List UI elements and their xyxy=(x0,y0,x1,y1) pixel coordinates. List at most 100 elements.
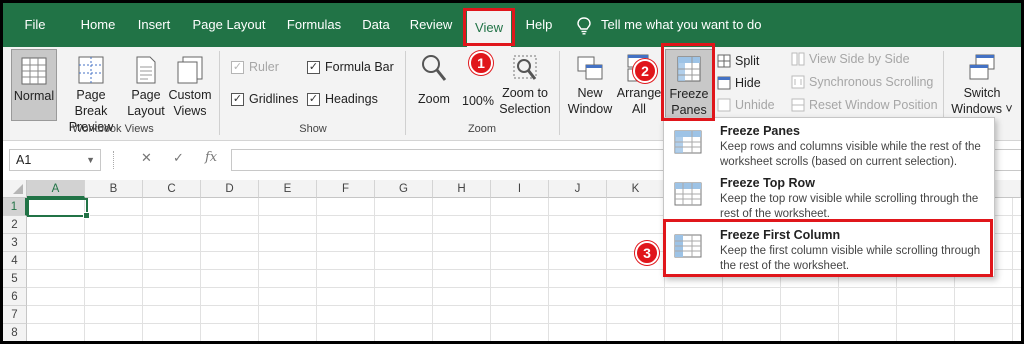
split-button[interactable]: Split xyxy=(717,54,759,68)
zoom-selection-icon xyxy=(513,55,537,80)
gridlines-label: Gridlines xyxy=(249,92,299,106)
cancel-icon[interactable]: ✕ xyxy=(141,150,152,166)
reset-window-label: Reset Window Position xyxy=(809,98,938,112)
row-header[interactable]: 7 xyxy=(3,306,27,324)
step-badge: 1 xyxy=(469,51,493,75)
row-header[interactable]: 6 xyxy=(3,288,27,306)
ruler-check-icon: ✓ xyxy=(231,60,244,74)
unhide-icon xyxy=(717,98,731,112)
formula-bar-checkbox[interactable]: ✓ Formula Bar xyxy=(307,60,394,74)
column-header[interactable]: I xyxy=(491,180,549,198)
show-group-label: Show xyxy=(299,123,327,135)
gridlines-check-icon: ✓ xyxy=(231,92,244,106)
excel-window: File Home Insert Page Layout Formulas Da… xyxy=(0,0,1024,344)
gridlines-checkbox[interactable]: ✓ Gridlines xyxy=(231,92,298,106)
zoom-label: Zoom xyxy=(418,92,450,106)
column-header[interactable]: C xyxy=(143,180,201,198)
name-box[interactable]: A1 ▼ xyxy=(9,149,101,171)
row-header[interactable]: 4 xyxy=(3,252,27,270)
headings-checkbox[interactable]: ✓ Headings xyxy=(307,92,378,106)
column-header[interactable]: K xyxy=(607,180,665,198)
tab-review[interactable]: Review xyxy=(405,3,457,47)
group-separator xyxy=(559,51,560,135)
reset-window-icon xyxy=(791,98,805,112)
column-header[interactable]: H xyxy=(433,180,491,198)
column-header[interactable]: D xyxy=(201,180,259,198)
formula-bar-check-icon: ✓ xyxy=(307,60,320,74)
tab-formulas[interactable]: Formulas xyxy=(281,3,347,47)
tell-me-search[interactable]: Tell me what you want to do xyxy=(601,3,761,47)
unhide-button: Unhide xyxy=(717,98,775,112)
new-window-label-2: Window xyxy=(567,102,613,116)
row-header[interactable]: 5 xyxy=(3,270,27,288)
column-header[interactable]: A xyxy=(27,180,85,198)
custom-views-label-2: Views xyxy=(173,104,207,118)
enter-icon[interactable]: ✓ xyxy=(173,150,184,166)
tab-home[interactable]: Home xyxy=(75,3,121,47)
tab-help[interactable]: Help xyxy=(519,3,559,47)
custom-views-icon xyxy=(177,56,203,84)
side-by-side-label: View Side by Side xyxy=(809,52,910,66)
hide-button[interactable]: Hide xyxy=(717,76,761,90)
new-window-icon xyxy=(577,56,603,80)
ruler-checkbox[interactable]: ✓ Ruler xyxy=(231,60,279,74)
name-box-value: A1 xyxy=(16,153,32,167)
group-separator xyxy=(405,51,406,135)
sync-scroll-icon xyxy=(791,75,805,89)
chevron-down-icon[interactable]: ▼ xyxy=(86,150,95,170)
menu-item-freeze-top-row[interactable]: Freeze Top Row Keep the top row visible … xyxy=(664,170,994,220)
split-icon xyxy=(717,54,731,68)
menu-item-description: Keep the top row visible while scrolling… xyxy=(720,193,979,220)
menu-item-freeze-panes[interactable]: Freeze Panes Keep rows and columns visib… xyxy=(664,118,994,168)
new-window-button[interactable]: New Window xyxy=(565,53,615,117)
row-header[interactable]: 2 xyxy=(3,216,27,234)
zoom-button[interactable]: Zoom xyxy=(413,53,455,107)
formula-bar-grip xyxy=(113,151,115,169)
column-header[interactable]: E xyxy=(259,180,317,198)
zoom-100-label: 100% xyxy=(462,94,494,108)
page-layout-label-2: Layout xyxy=(127,104,165,118)
normal-view-button[interactable]: Normal xyxy=(11,49,57,121)
tab-data[interactable]: Data xyxy=(357,3,395,47)
page-layout-button[interactable]: Page Layout xyxy=(125,55,167,119)
row-header[interactable]: 3 xyxy=(3,234,27,252)
workbook-views-group-label: Workbook Views xyxy=(72,123,154,135)
switch-windows-label-2: Windows ˅ xyxy=(951,102,1013,116)
formula-bar-label: Formula Bar xyxy=(325,60,394,74)
row-header[interactable]: 1 xyxy=(3,198,27,216)
zoom-to-selection-button[interactable]: Zoom to Selection xyxy=(497,53,553,117)
select-all-triangle-icon xyxy=(13,184,23,194)
group-separator xyxy=(219,51,220,135)
select-all-corner[interactable] xyxy=(3,180,27,198)
side-by-side-icon xyxy=(791,52,805,66)
zoom-selection-label-1: Zoom to xyxy=(502,86,548,100)
switch-windows-icon xyxy=(969,54,995,80)
switch-windows-button[interactable]: Switch Windows ˅ xyxy=(949,53,1015,117)
page-break-icon xyxy=(78,56,104,84)
tab-file[interactable]: File xyxy=(17,3,53,47)
zoom-group-label: Zoom xyxy=(467,123,497,135)
column-header[interactable]: B xyxy=(85,180,143,198)
synchronous-scrolling-button: Synchronous Scrolling xyxy=(791,75,933,89)
active-cell-a1[interactable] xyxy=(27,198,90,219)
column-header[interactable]: G xyxy=(375,180,433,198)
tab-page-layout[interactable]: Page Layout xyxy=(187,3,271,47)
menu-item-description: Keep rows and columns visible while the … xyxy=(720,141,981,168)
magnifier-icon xyxy=(422,55,447,81)
insert-function-icon[interactable]: fx xyxy=(205,150,217,165)
hide-label: Hide xyxy=(735,76,761,90)
tab-insert[interactable]: Insert xyxy=(131,3,177,47)
custom-views-button[interactable]: Custom Views xyxy=(167,55,213,119)
normal-label: Normal xyxy=(13,89,55,103)
column-header[interactable]: J xyxy=(549,180,607,198)
ruler-label: Ruler xyxy=(249,60,279,74)
split-label: Split xyxy=(735,54,760,68)
column-header[interactable]: F xyxy=(317,180,375,198)
row-header[interactable]: 8 xyxy=(3,324,27,341)
new-window-label-1: New xyxy=(577,86,603,100)
highlight-freeze-first-column xyxy=(663,219,993,277)
view-side-by-side-button: View Side by Side xyxy=(791,52,910,66)
freeze-top-row-icon xyxy=(674,182,702,206)
hide-icon xyxy=(717,76,731,90)
page-layout-icon xyxy=(136,56,156,84)
